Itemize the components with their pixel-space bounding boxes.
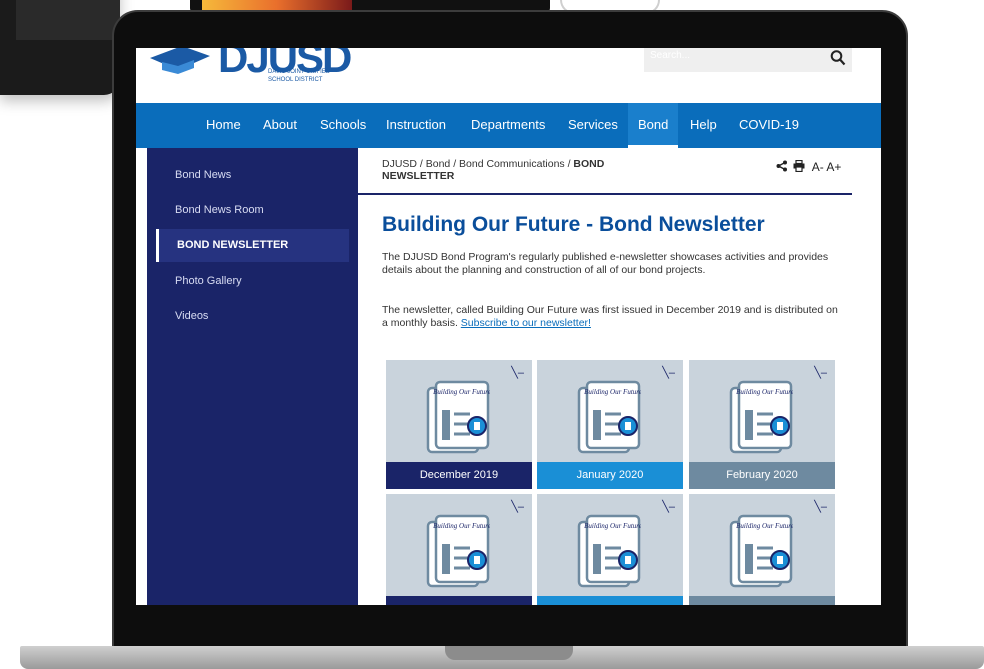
sparkle-icon: ╲– [662,501,675,513]
breadcrumb-current-2: NEWSLETTER [382,170,455,182]
sparkle-icon: ╲– [814,367,827,379]
sidebar-item-bond-news-room[interactable]: Bond News Room [175,204,264,216]
nav-schools[interactable]: Schools [320,103,366,148]
newsletter-card[interactable]: ╲– Building Our Future February 2020 [689,360,835,489]
newsletter-document-icon: Building Our Future [426,514,490,588]
website-screen: DJUSD DAVIS JOINT UNIFIED SCHOOL DISTRIC… [136,48,881,605]
card-label: December 2019 [386,462,532,489]
sidebar-item-bond-newsletter[interactable]: BOND NEWSLETTER [156,229,349,262]
search-icon[interactable] [830,49,846,67]
nav-bond[interactable]: Bond [628,103,679,148]
sparkle-icon: ╲– [511,501,524,513]
nav-home[interactable]: Home [206,103,241,148]
card-label: January 2020 [537,462,683,489]
card-label [689,596,835,605]
newsletter-document-icon: Building Our Future [577,514,641,588]
main-nav: Home About Schools Instruction Departmen… [136,103,881,148]
sidebar-item-label: BOND NEWSLETTER [177,239,289,251]
sparkle-icon: ╲– [511,367,524,379]
page-title: Building Our Future - Bond Newsletter [382,213,765,236]
photo-stage: DJUSD DAVIS JOINT UNIFIED SCHOOL DISTRIC… [0,0,984,669]
nav-help[interactable]: Help [690,103,717,148]
newsletter-card[interactable]: ╲– Building Our Future [386,494,532,605]
brand-subtitle: DAVIS JOINT UNIFIED SCHOOL DISTRICT [268,69,331,83]
card-label [386,596,532,605]
newsletter-document-icon: Building Our Future [729,380,793,454]
nav-services[interactable]: Services [568,103,618,148]
sidebar-item-bond-news[interactable]: Bond News [175,169,231,181]
newsletter-card[interactable]: ╲– Building Our Future January 2020 [537,360,683,489]
nav-about[interactable]: About [263,103,297,148]
page-tools: A- A+ [776,159,842,174]
breadcrumb: DJUSD / Bond / Bond Communications / BON… [382,158,622,182]
sidebar-item-photo-gallery[interactable]: Photo Gallery [175,275,242,287]
district-logo[interactable]: DJUSD DAVIS JOINT UNIFIED SCHOOL DISTRIC… [148,48,352,94]
search-placeholder: Search... [650,50,691,61]
print-icon[interactable] [793,159,805,173]
nav-departments[interactable]: Departments [471,103,545,148]
laptop-notch [445,646,573,660]
breadcrumb-path[interactable]: DJUSD / Bond / Bond Communications / [382,158,573,170]
background-tablet [0,0,120,95]
search-box[interactable]: Search... [644,48,852,72]
divider [358,193,852,195]
graduation-cap-icon [150,48,210,74]
breadcrumb-current: BOND [573,158,605,170]
sparkle-icon: ╲– [662,367,675,379]
svg-text:Building Our Future: Building Our Future [584,388,641,396]
card-label [537,596,683,605]
share-icon[interactable] [776,160,788,172]
text-size-controls[interactable]: A- A+ [812,160,842,174]
nav-instruction[interactable]: Instruction [386,103,446,148]
svg-text:Building Our Future: Building Our Future [736,522,793,530]
newsletter-card[interactable]: ╲– Building Our Future [689,494,835,605]
newsletter-paragraph: The newsletter, called Building Our Futu… [382,304,838,329]
svg-text:Building Our Future: Building Our Future [433,388,490,396]
newsletter-document-icon: Building Our Future [426,380,490,454]
site-header: DJUSD DAVIS JOINT UNIFIED SCHOOL DISTRIC… [136,48,881,103]
card-label: February 2020 [689,462,835,489]
svg-text:Building Our Future: Building Our Future [736,388,793,396]
svg-text:Building Our Future: Building Our Future [433,522,490,530]
newsletter-document-icon: Building Our Future [729,514,793,588]
sidebar-item-videos[interactable]: Videos [175,310,208,322]
svg-text:Building Our Future: Building Our Future [584,522,641,530]
intro-paragraph: The DJUSD Bond Program's regularly publi… [382,251,829,276]
sidebar: Bond News Bond News Room BOND NEWSLETTER… [147,148,358,605]
newsletter-card[interactable]: ╲– Building Our Future [537,494,683,605]
subscribe-link[interactable]: Subscribe to our newsletter! [461,317,591,329]
nav-covid[interactable]: COVID-19 [739,103,799,148]
newsletter-document-icon: Building Our Future [577,380,641,454]
sparkle-icon: ╲– [814,501,827,513]
newsletter-card[interactable]: ╲– Building Our Future December 2019 [386,360,532,489]
